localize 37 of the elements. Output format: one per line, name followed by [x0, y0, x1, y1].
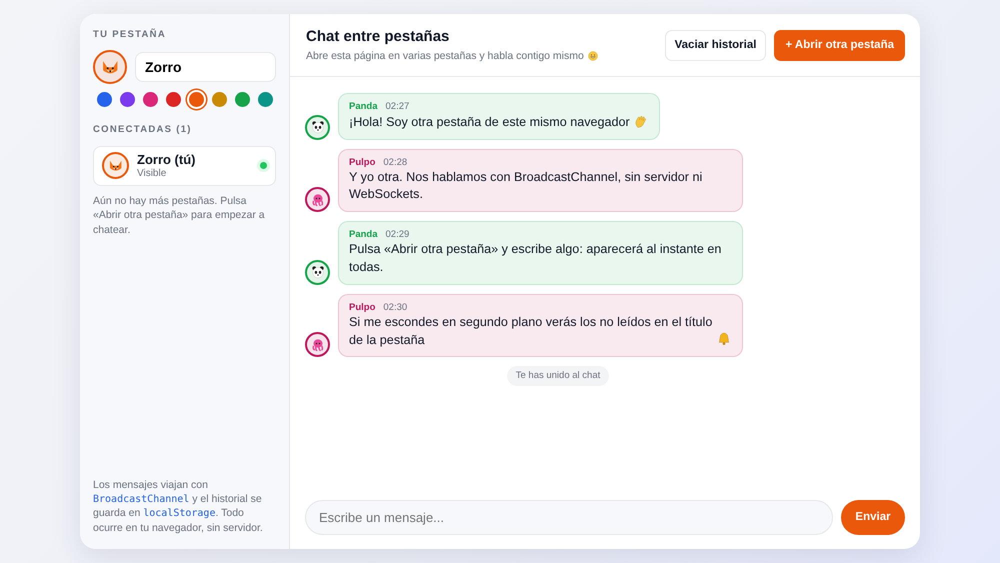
color-swatch[interactable] [97, 92, 112, 108]
bell-icon [716, 331, 732, 348]
author-name: Pulpo [349, 300, 376, 314]
color-swatch[interactable] [235, 92, 250, 108]
name-input[interactable]: Zorro [135, 52, 276, 82]
color-swatch[interactable] [212, 92, 227, 108]
section-title: TU PESTAÑA [93, 28, 167, 42]
smiley-icon [586, 50, 599, 62]
send-button[interactable]: Enviar [841, 500, 905, 535]
message-time: 02:28 [383, 156, 408, 169]
message-time: 02:27 [386, 100, 410, 114]
waving-hand-icon [632, 114, 649, 130]
open-tab-button[interactable]: + Abrir otra pestaña [774, 30, 905, 61]
system-notice: Te has unido al chat [506, 366, 610, 386]
message-text: Y yo otra. Nos hablamos con BroadcastChannel, sin servidor ni WebSockets. [349, 168, 704, 204]
color-swatch[interactable] [189, 92, 204, 108]
peer-status: Visible [137, 168, 168, 180]
message-input[interactable]: Escribe un mensaje... [305, 500, 833, 535]
message-time: 02:29 [386, 228, 410, 242]
message-time: 02:30 [383, 300, 408, 314]
footer-note: Los mensajes viajan con BroadcastChannel y el historial se guarda en localStorage. Todo ocurre en tu navegador, sin servidor. [93, 478, 264, 535]
author-name: Panda [349, 228, 378, 242]
color-swatch[interactable] [258, 92, 273, 108]
message-text: Pulsa «Abrir otra pestaña» y escribe algo: aparecerá al instante en todas. [349, 241, 722, 276]
color-swatch[interactable] [120, 92, 135, 108]
author-name: Pulpo [349, 156, 376, 169]
chat-subtitle: Abre esta página en varias pestañas y habla contigo mismo [306, 48, 584, 64]
chat-title: Chat entre pestañas [306, 27, 450, 47]
peer-name: Zorro (tú) [137, 152, 196, 168]
empty-hint: Aún no hay más pestañas. Pulsa «Abrir otra pestaña» para empezar a chatear. [93, 194, 266, 237]
color-swatch[interactable] [143, 92, 158, 108]
author-name: Panda [349, 100, 378, 114]
message-text: Si me escondes en segundo plano verás los no leídos en el título de la pestaña [349, 314, 713, 349]
color-swatch[interactable] [166, 92, 181, 108]
message-text: ¡Hola! Soy otra pestaña de este mismo navegador [349, 114, 630, 131]
clear-history-button[interactable]: Vaciar historial [664, 30, 766, 61]
section-title: CONECTADAS (1) [93, 123, 193, 138]
